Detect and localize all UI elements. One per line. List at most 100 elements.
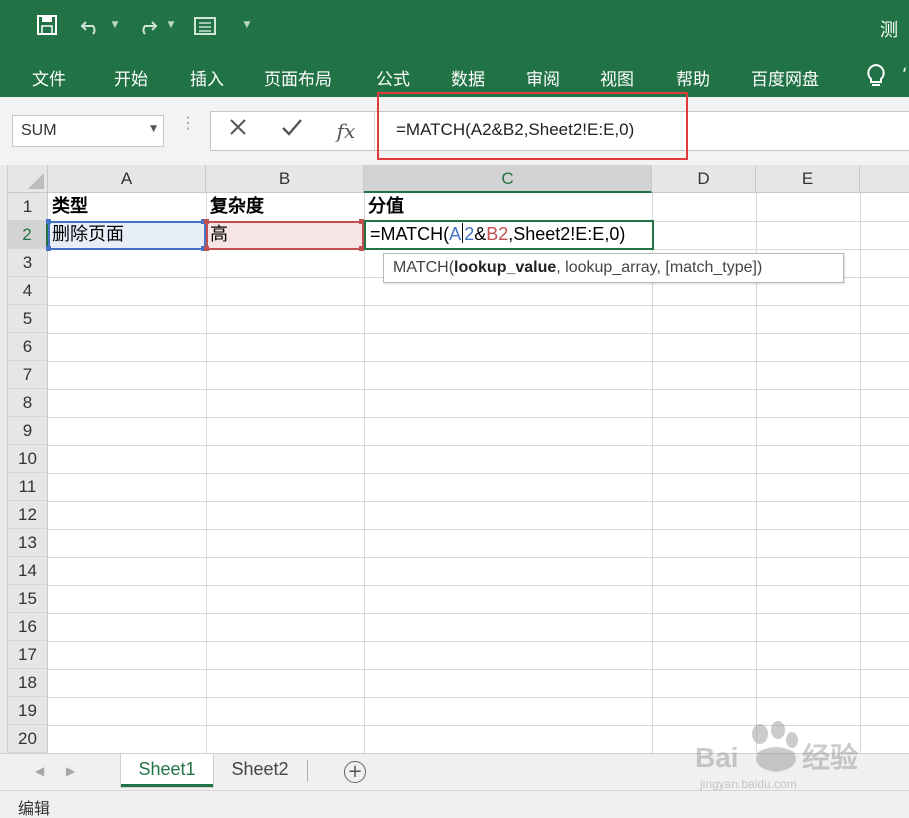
svg-text:经验: 经验 bbox=[802, 741, 858, 773]
column-header-e[interactable]: E bbox=[756, 165, 860, 193]
svg-text:jingyan.baidu.com: jingyan.baidu.com bbox=[699, 777, 797, 791]
row-header-3[interactable]: 3 bbox=[8, 249, 48, 277]
tab-home[interactable]: 开始 bbox=[114, 65, 148, 90]
row-header-12[interactable]: 12 bbox=[8, 501, 48, 529]
scroll-right-icon[interactable]: ▶ bbox=[66, 764, 75, 778]
gridline bbox=[48, 389, 909, 390]
cell-c2-editor[interactable]: =MATCH(A 2&B2,Sheet2!E:E,0) bbox=[364, 220, 654, 250]
gridline bbox=[48, 501, 909, 502]
reference-highlight-b2 bbox=[206, 221, 364, 250]
tab-insert[interactable]: 插入 bbox=[190, 65, 224, 90]
save-icon[interactable] bbox=[34, 14, 60, 40]
gridline bbox=[48, 473, 909, 474]
row-header-8[interactable]: 8 bbox=[8, 389, 48, 417]
row-header-5[interactable]: 5 bbox=[8, 305, 48, 333]
cell-c1[interactable]: 分值 bbox=[364, 193, 404, 221]
worksheet-grid[interactable]: A B C D E 1 2 3 4 5 6 7 8 9 10 11 12 13 … bbox=[0, 165, 909, 753]
gridline bbox=[48, 529, 909, 530]
name-box[interactable]: SUM ▼ bbox=[12, 115, 164, 147]
status-mode: 编辑 bbox=[18, 799, 51, 818]
left-edge bbox=[0, 165, 8, 753]
row-header-16[interactable]: 16 bbox=[8, 613, 48, 641]
tab-file[interactable]: 文件 bbox=[32, 65, 66, 90]
ribbon-tabs: 文件 开始 插入 页面布局 公式 数据 审阅 视图 帮助 百度网盘 ‘ bbox=[0, 55, 909, 97]
formula-amp: & bbox=[474, 224, 487, 244]
row-header-18[interactable]: 18 bbox=[8, 669, 48, 697]
row-header-1[interactable]: 1 bbox=[8, 193, 48, 221]
gridline bbox=[48, 585, 909, 586]
sheet-tab-sheet2[interactable]: Sheet2 bbox=[214, 754, 306, 787]
tooltip-rest: , lookup_array, [match_type]) bbox=[556, 259, 763, 276]
select-all-button[interactable] bbox=[8, 165, 48, 193]
redo-icon[interactable] bbox=[134, 14, 160, 40]
enter-check-icon[interactable] bbox=[277, 116, 307, 146]
scroll-left-icon[interactable]: ◀ bbox=[35, 764, 44, 778]
gridline bbox=[48, 333, 909, 334]
undo-icon[interactable] bbox=[78, 14, 104, 40]
column-header-c[interactable]: C bbox=[364, 165, 652, 193]
gridline bbox=[48, 361, 909, 362]
svg-text:Bai: Bai bbox=[695, 742, 739, 773]
status-bar: 编辑 bbox=[0, 790, 909, 818]
row-header-2[interactable]: 2 bbox=[8, 221, 48, 249]
gridline bbox=[48, 641, 909, 642]
column-header-a[interactable]: A bbox=[48, 165, 206, 193]
tooltip-fn: MATCH( bbox=[393, 259, 455, 276]
insert-function-button[interactable]: fx bbox=[331, 116, 361, 146]
add-sheet-button[interactable]: + bbox=[344, 761, 366, 783]
cell-a2[interactable]: 删除页面 bbox=[48, 221, 124, 249]
row-header-15[interactable]: 15 bbox=[8, 585, 48, 613]
cell-a1[interactable]: 类型 bbox=[48, 193, 88, 221]
row-header-13[interactable]: 13 bbox=[8, 529, 48, 557]
tab-review[interactable]: 审阅 bbox=[526, 65, 560, 90]
function-tooltip[interactable]: MATCH(lookup_value, lookup_array, [match… bbox=[383, 253, 844, 283]
customize-qat-icon[interactable]: ▼ bbox=[242, 20, 252, 30]
row-header-6[interactable]: 6 bbox=[8, 333, 48, 361]
cell-c2-formula[interactable]: =MATCH(A 2&B2,Sheet2!E:E,0) bbox=[370, 223, 625, 245]
row-header-10[interactable]: 10 bbox=[8, 445, 48, 473]
formula-part: ,Sheet2!E:E,0) bbox=[508, 224, 626, 244]
tab-data[interactable]: 数据 bbox=[451, 65, 485, 90]
tab-page-layout[interactable]: 页面布局 bbox=[264, 65, 332, 90]
row-header-4[interactable]: 4 bbox=[8, 277, 48, 305]
row-header-14[interactable]: 14 bbox=[8, 557, 48, 585]
row-header-9[interactable]: 9 bbox=[8, 417, 48, 445]
row-header-20[interactable]: 20 bbox=[8, 725, 48, 753]
cell-b2[interactable]: 高 bbox=[206, 221, 228, 249]
row-header-19[interactable]: 19 bbox=[8, 697, 48, 725]
row-header-17[interactable]: 17 bbox=[8, 641, 48, 669]
drag-handle-icon[interactable]: ⋮ bbox=[180, 115, 196, 131]
cell-b1[interactable]: 复杂度 bbox=[206, 193, 264, 221]
tab-help[interactable]: 帮助 bbox=[676, 65, 710, 90]
tell-me-edge: ‘ bbox=[902, 65, 908, 85]
gridline bbox=[48, 305, 909, 306]
row-header-7[interactable]: 7 bbox=[8, 361, 48, 389]
gridline bbox=[48, 445, 909, 446]
sheet-tab-sheet1[interactable]: Sheet1 bbox=[121, 754, 213, 787]
cancel-icon[interactable] bbox=[223, 116, 253, 146]
gridline bbox=[48, 697, 909, 698]
column-header-b[interactable]: B bbox=[206, 165, 364, 193]
formula-separator bbox=[374, 112, 375, 150]
column-header-f[interactable] bbox=[860, 165, 909, 193]
column-header-d[interactable]: D bbox=[652, 165, 756, 193]
tooltip-current-arg[interactable]: lookup_value bbox=[454, 259, 556, 276]
gridline bbox=[48, 557, 909, 558]
undo-dropdown-icon[interactable]: ▼ bbox=[110, 20, 120, 30]
baidu-jingyan-watermark: Bai 经验 jingyan.baidu.com bbox=[690, 712, 880, 792]
tab-baidu-netdisk[interactable]: 百度网盘 bbox=[751, 65, 819, 90]
window-title: 测 bbox=[880, 20, 898, 41]
formula-part: =MATCH( bbox=[370, 224, 450, 244]
gridline bbox=[48, 613, 909, 614]
lightbulb-icon[interactable] bbox=[864, 63, 888, 89]
form-icon[interactable] bbox=[192, 14, 218, 40]
tab-view[interactable]: 视图 bbox=[600, 65, 634, 90]
tab-formulas[interactable]: 公式 bbox=[376, 65, 410, 90]
title-bar: ▼ ▼ ▼ 测 bbox=[0, 0, 909, 55]
redo-dropdown-icon[interactable]: ▼ bbox=[166, 20, 176, 30]
gridline bbox=[48, 417, 909, 418]
row-header-11[interactable]: 11 bbox=[8, 473, 48, 501]
tab-divider bbox=[307, 760, 308, 782]
chevron-down-icon[interactable]: ▼ bbox=[150, 124, 157, 134]
formula-ref-b: B2 bbox=[486, 224, 509, 244]
